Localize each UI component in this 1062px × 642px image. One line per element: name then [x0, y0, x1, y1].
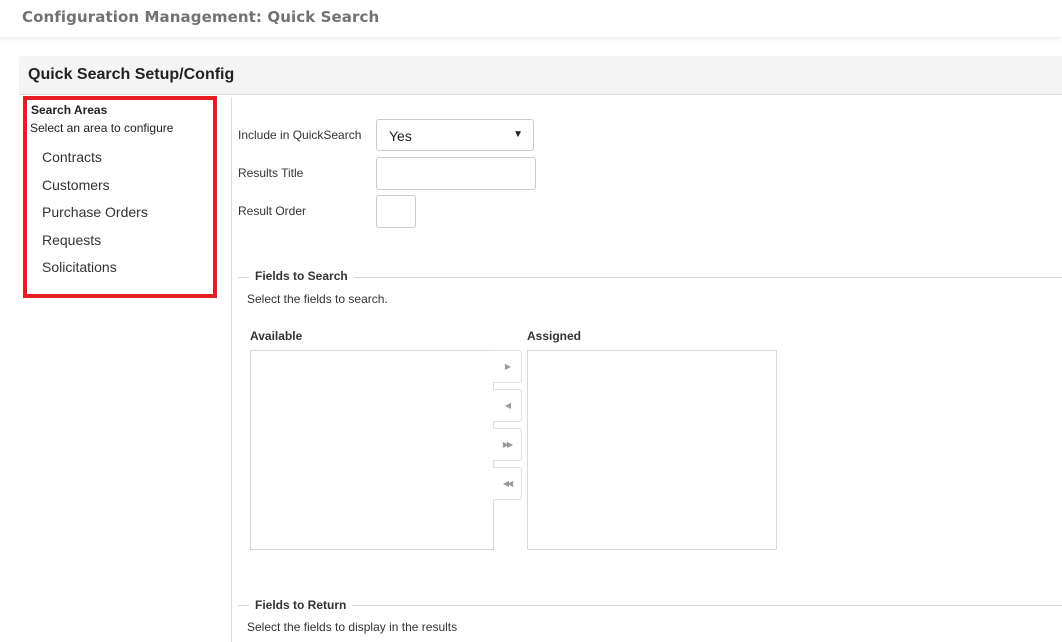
search-area-customers[interactable]: Customers	[42, 175, 148, 203]
search-areas-pane: Search Areas Select an area to configure…	[23, 96, 217, 298]
available-fields-list[interactable]	[250, 350, 494, 550]
include-select-value: Yes	[389, 128, 412, 144]
result-order-input[interactable]	[376, 195, 416, 228]
fields-to-return-legend: Fields to Return	[249, 598, 353, 612]
fields-to-search-help: Select the fields to search.	[247, 292, 388, 306]
search-areas-list: Contracts Customers Purchase Orders Requ…	[42, 147, 148, 285]
search-area-contracts[interactable]: Contracts	[42, 147, 148, 175]
search-area-purchase-orders[interactable]: Purchase Orders	[42, 202, 148, 230]
move-right-button[interactable]: ▶	[493, 350, 522, 383]
double-arrow-left-icon: ◀◀	[502, 479, 513, 488]
assigned-fields-list[interactable]	[527, 350, 777, 550]
pane-divider	[231, 97, 232, 642]
page-header: Configuration Management: Quick Search	[0, 0, 1062, 37]
include-select[interactable]: Yes ▼	[376, 119, 534, 151]
results-title-input[interactable]	[376, 157, 536, 190]
move-all-right-button[interactable]: ▶▶	[493, 428, 522, 461]
result-order-label: Result Order	[238, 204, 307, 218]
search-area-requests[interactable]: Requests	[42, 230, 148, 258]
search-areas-heading: Search Areas	[31, 103, 108, 117]
assigned-label: Assigned	[527, 329, 582, 343]
chevron-down-icon: ▼	[513, 129, 523, 140]
double-arrow-right-icon: ▶▶	[502, 440, 513, 449]
arrow-right-icon: ▶	[504, 362, 511, 371]
panel-title: Quick Search Setup/Config	[28, 66, 235, 83]
fields-to-search-rule	[238, 277, 1062, 278]
include-label: Include in QuickSearch	[238, 128, 362, 142]
move-left-button[interactable]: ◀	[493, 389, 522, 422]
results-title-label: Results Title	[238, 166, 304, 180]
page-title: Configuration Management: Quick Search	[22, 8, 380, 26]
panel-header: Quick Search Setup/Config	[19, 56, 1062, 95]
fields-to-search-legend: Fields to Search	[249, 269, 354, 283]
available-label: Available	[250, 329, 303, 343]
arrow-left-icon: ◀	[504, 401, 511, 410]
fields-to-return-rule	[238, 605, 1062, 606]
fields-to-return-help: Select the fields to display in the resu…	[247, 620, 458, 634]
search-areas-subheading: Select an area to configure	[30, 121, 174, 135]
search-area-solicitations[interactable]: Solicitations	[42, 257, 148, 285]
move-all-left-button[interactable]: ◀◀	[493, 467, 522, 500]
